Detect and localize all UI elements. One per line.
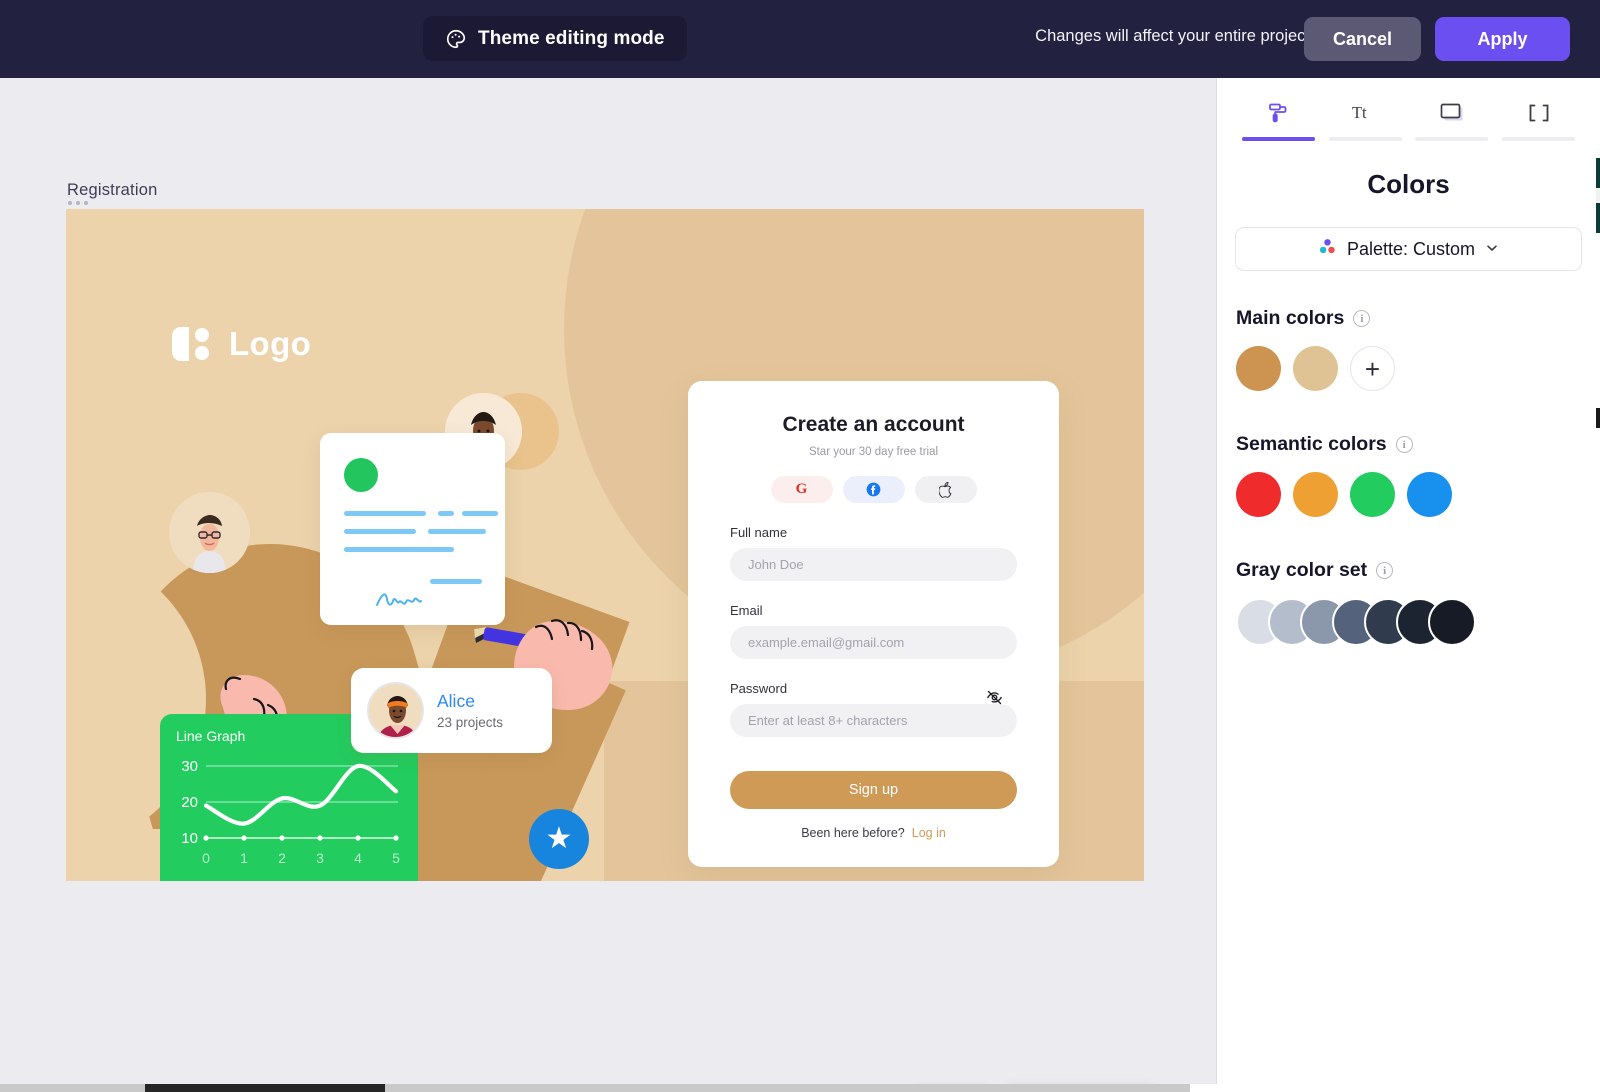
semantic-color-swatch-warning[interactable] (1293, 472, 1338, 517)
sign-up-button[interactable]: Sign up (730, 771, 1017, 809)
tab-surfaces[interactable] (1409, 90, 1496, 141)
signup-subtitle: Star your 30 day free trial (808, 446, 939, 458)
tab-typography[interactable]: Tt (1322, 90, 1409, 141)
main-colors-swatch-row: + (1236, 346, 1600, 391)
palette-icon (445, 28, 467, 50)
email-field-group: Email example.email@gmail.com (730, 603, 1017, 659)
svg-text:20: 20 (181, 794, 198, 811)
been-here-before-text: Been here before? (801, 826, 905, 840)
gray-colors-heading: Gray color set i (1236, 559, 1600, 582)
palette-dots-icon (1318, 237, 1337, 261)
main-color-swatch[interactable] (1236, 346, 1281, 391)
semantic-colors-label: Semantic colors (1236, 433, 1387, 455)
logo-mark-icon (172, 327, 216, 361)
palette-select-dropdown[interactable]: Palette: Custom (1235, 227, 1582, 271)
semantic-colors-heading: Semantic colors i (1236, 433, 1600, 456)
frame-name-label[interactable]: Registration (67, 181, 157, 200)
svg-text:10: 10 (181, 830, 198, 847)
main-color-swatch[interactable] (1293, 346, 1338, 391)
text-Tt-icon: Tt (1352, 98, 1378, 128)
avatar-illustration-man (169, 492, 250, 573)
line-graph-plot: 30 20 10 0 1 2 3 4 5 (181, 758, 400, 866)
google-signup-button[interactable]: G (770, 476, 833, 503)
os-dock-right-area (1190, 1084, 1600, 1092)
password-input[interactable]: Enter at least 8+ characters (730, 704, 1017, 737)
profile-text-block: Alice 23 projects (437, 691, 503, 730)
semantic-color-swatch-error[interactable] (1236, 472, 1281, 517)
password-label: Password (730, 681, 788, 696)
theme-editing-mode-pill[interactable]: Theme editing mode (423, 16, 687, 61)
signature-scribble-icon (376, 593, 422, 606)
apple-icon (938, 481, 951, 498)
svg-text:4: 4 (354, 850, 362, 866)
full-name-field-group: Full name John Doe (730, 525, 1017, 581)
tab-colors[interactable] (1235, 90, 1322, 141)
semantic-color-swatch-info[interactable] (1407, 472, 1452, 517)
theme-editing-mode-label: Theme editing mode (478, 27, 665, 49)
facebook-signup-button[interactable] (842, 476, 905, 503)
rectangle-icon (1439, 98, 1465, 128)
frame-drag-handle-dots[interactable] (68, 201, 88, 205)
log-in-link[interactable]: Log in (912, 826, 946, 840)
gray-colors-swatch-row (1236, 598, 1600, 646)
signup-form-card[interactable]: Create an account Star your 30 day free … (688, 381, 1059, 867)
avatar (367, 682, 424, 739)
password-field-group: Password Enter at least 8+ characters (730, 681, 1017, 737)
semantic-colors-swatch-row (1236, 472, 1600, 517)
info-icon[interactable]: i (1353, 310, 1371, 327)
chevron-down-icon (1485, 239, 1499, 260)
profile-card-alice[interactable]: Alice 23 projects (351, 668, 552, 753)
svg-text:30: 30 (181, 758, 198, 775)
dashed-frame-icon (1527, 98, 1551, 128)
full-name-input[interactable]: John Doe (730, 548, 1017, 581)
changes-warning-text: Changes will affect your entire project (1035, 27, 1310, 45)
paint-roller-icon (1266, 98, 1290, 128)
signup-footer: Been here before? Log in (688, 826, 1059, 840)
os-dock-window-item (145, 1084, 385, 1092)
facebook-icon (866, 482, 881, 497)
svg-text:1: 1 (240, 850, 248, 866)
document-avatar-dot (344, 458, 378, 492)
apple-signup-button[interactable] (914, 476, 977, 503)
star-badge-icon: ★ (529, 809, 589, 869)
profile-subtitle: 23 projects (437, 714, 504, 730)
apply-button[interactable]: Apply (1435, 17, 1570, 61)
top-toolbar: Theme editing mode Changes will affect y… (0, 0, 1600, 78)
info-icon[interactable]: i (1395, 436, 1413, 453)
cancel-button[interactable]: Cancel (1304, 17, 1421, 61)
line-graph-title: Line Graph (176, 728, 246, 744)
add-main-color-button[interactable]: + (1350, 346, 1395, 391)
logo-wordmark: Logo (229, 325, 312, 362)
full-name-label: Full name (730, 525, 788, 540)
toggle-password-visibility-icon[interactable] (986, 689, 1003, 711)
svg-text:3: 3 (316, 850, 324, 866)
palette-select-label: Palette: Custom (1346, 238, 1476, 259)
svg-text:Tt: Tt (1352, 103, 1367, 122)
os-dock-strip (0, 1084, 1600, 1092)
gray-colors-label: Gray color set (1236, 559, 1368, 581)
profile-name: Alice (437, 691, 475, 712)
social-signup-row: G (688, 476, 1059, 503)
artboard-registration[interactable]: Logo Line Graph 30 20 10 0 1 2 3 4 5 Ali… (66, 209, 1144, 881)
info-icon[interactable]: i (1376, 562, 1394, 579)
svg-text:0: 0 (202, 850, 210, 866)
email-input[interactable]: example.email@gmail.com (730, 626, 1017, 659)
main-colors-label: Main colors (1236, 307, 1345, 329)
main-colors-heading: Main colors i (1236, 307, 1600, 330)
document-illustration-card (320, 433, 505, 625)
background-window-sliver (1596, 78, 1600, 1084)
semantic-color-swatch-success[interactable] (1350, 472, 1395, 517)
tab-effects[interactable] (1495, 90, 1582, 141)
svg-text:5: 5 (392, 850, 400, 866)
design-canvas[interactable]: Registration Logo Line Graph 30 20 10 0 … (0, 78, 1216, 1084)
gray-color-swatch[interactable] (1428, 598, 1476, 646)
email-label: Email (730, 603, 763, 618)
svg-text:2: 2 (278, 850, 286, 866)
signup-title: Create an account (782, 413, 965, 436)
theme-settings-panel: Tt Colors Palette: Custom Main colors i … (1216, 78, 1600, 1084)
panel-title: Colors (1367, 169, 1450, 199)
panel-tab-bar: Tt (1217, 78, 1600, 141)
brand-logo: Logo (172, 325, 311, 363)
